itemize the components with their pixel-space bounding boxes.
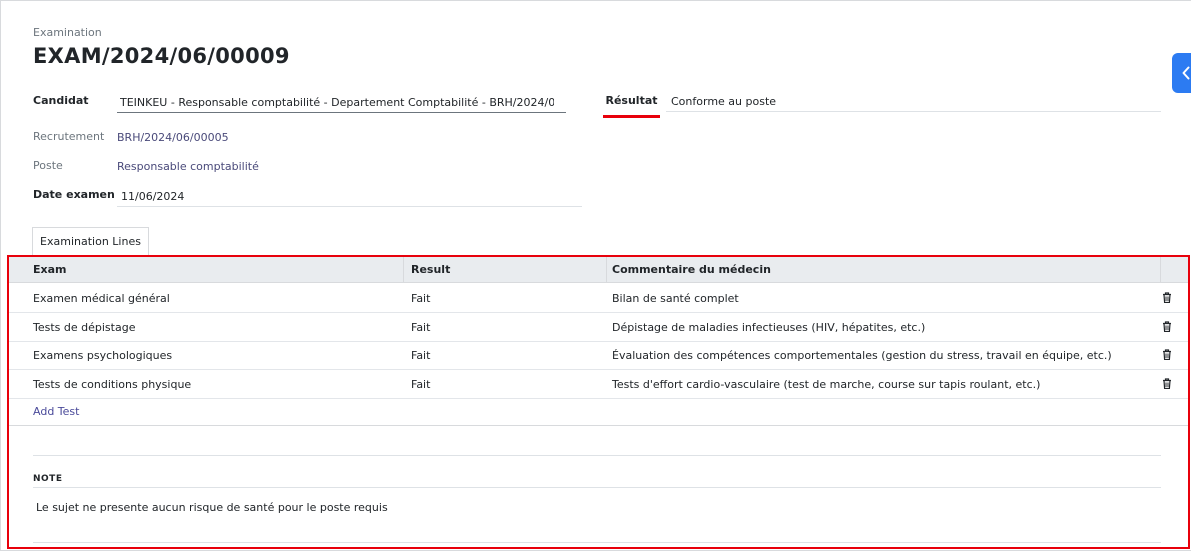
recrutement-label: Recrutement [33,130,105,143]
candidat-field-underline [117,112,566,113]
highlight-annotation-box [7,255,1190,549]
resultat-label-text: Résultat [605,94,658,107]
date-examen-label: Date examen [33,188,115,201]
form-sheet: Examination EXAM/2024/06/00009 Candidat … [0,0,1191,551]
page-title: EXAM/2024/06/00009 [33,44,290,68]
poste-label: Poste [33,159,63,172]
chevron-left-icon [1182,66,1190,80]
resultat-highlight [603,115,660,118]
side-panel-toggle-button[interactable] [1172,53,1191,93]
recrutement-link[interactable]: BRH/2024/06/00005 [117,131,229,144]
candidat-field[interactable]: TEINKEU - Responsable comptabilité - Dep… [120,96,554,109]
poste-link[interactable]: Responsable comptabilité [117,160,259,173]
breadcrumb[interactable]: Examination [33,26,102,39]
date-examen-underline [117,206,582,207]
date-examen-field[interactable]: 11/06/2024 [121,190,184,203]
tab-examination-lines[interactable]: Examination Lines [32,227,149,255]
resultat-field[interactable]: Conforme au poste [671,95,776,108]
resultat-label: Résultat [603,92,660,118]
resultat-field-underline [666,111,1161,112]
candidat-label: Candidat [33,94,89,107]
